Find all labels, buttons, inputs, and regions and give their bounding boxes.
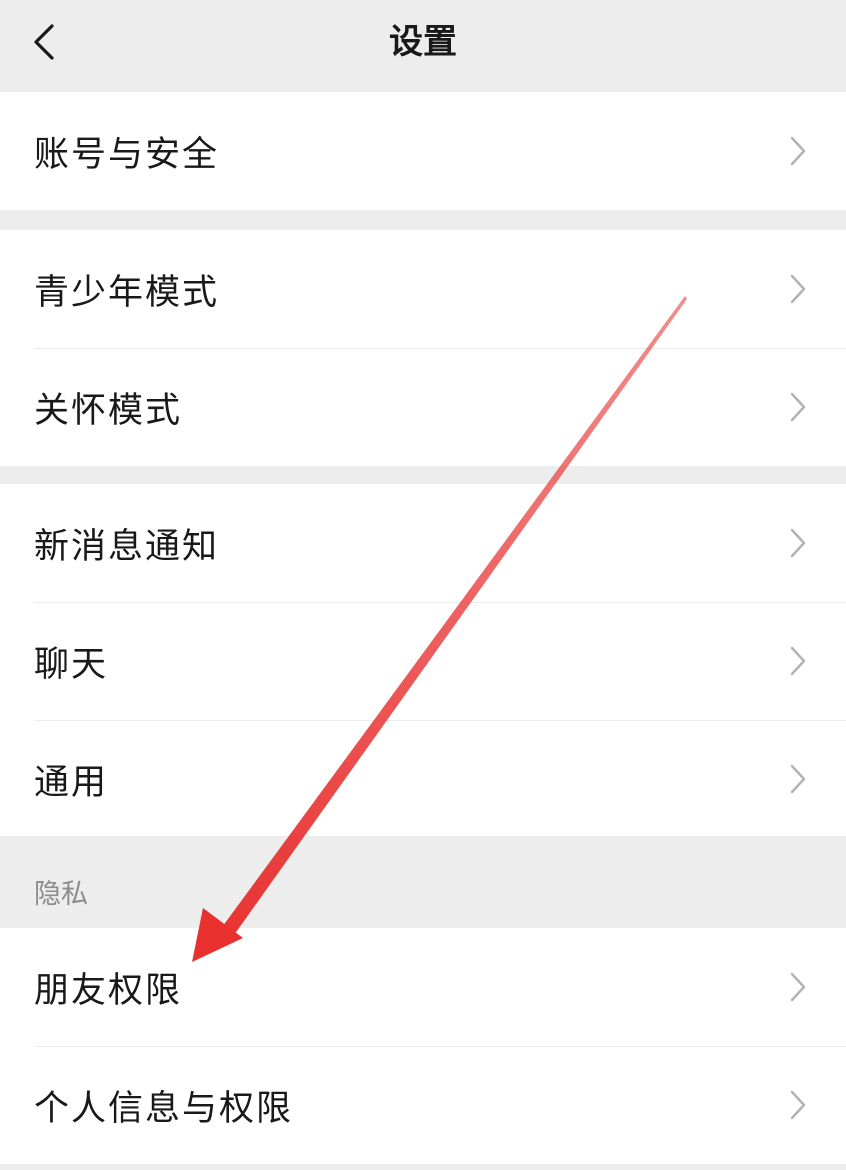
chevron-right-icon xyxy=(788,526,808,560)
row-label: 个人信息与权限 xyxy=(34,1088,294,1129)
settings-group-general: 新消息通知 聊天 通用 xyxy=(0,484,846,838)
row-label: 账号与安全 xyxy=(34,134,220,175)
chevron-right-icon xyxy=(788,134,808,168)
row-label: 青少年模式 xyxy=(34,272,220,313)
row-label: 聊天 xyxy=(34,644,109,685)
settings-group-modes: 青少年模式 关怀模式 xyxy=(0,230,846,466)
settings-group-privacy: 朋友权限 个人信息与权限 xyxy=(0,928,846,1164)
row-label: 新消息通知 xyxy=(34,526,220,567)
chevron-right-icon xyxy=(788,272,808,306)
row-label: 通用 xyxy=(34,762,109,803)
chevron-right-icon xyxy=(788,1088,808,1122)
settings-group-account: 账号与安全 xyxy=(0,92,846,210)
row-label: 朋友权限 xyxy=(34,970,183,1011)
chevron-right-icon xyxy=(788,390,808,424)
section-header-privacy: 隐私 xyxy=(0,836,846,928)
chevron-right-icon xyxy=(788,644,808,678)
settings-row-friend-permissions[interactable]: 朋友权限 xyxy=(0,928,846,1046)
row-label: 关怀模式 xyxy=(34,390,183,431)
settings-row-personal-info-permissions[interactable]: 个人信息与权限 xyxy=(0,1046,846,1164)
chevron-right-icon xyxy=(788,762,808,796)
settings-row-account-security[interactable]: 账号与安全 xyxy=(0,92,846,210)
settings-row-chat[interactable]: 聊天 xyxy=(0,602,846,720)
settings-row-general[interactable]: 通用 xyxy=(0,720,846,838)
settings-row-care-mode[interactable]: 关怀模式 xyxy=(0,348,846,466)
settings-row-new-message-notifications[interactable]: 新消息通知 xyxy=(0,484,846,602)
page-title: 设置 xyxy=(389,22,457,62)
chevron-right-icon xyxy=(788,970,808,1004)
settings-row-teen-mode[interactable]: 青少年模式 xyxy=(0,230,846,348)
section-label: 隐私 xyxy=(34,879,88,910)
nav-bar: 设置 xyxy=(0,0,846,92)
